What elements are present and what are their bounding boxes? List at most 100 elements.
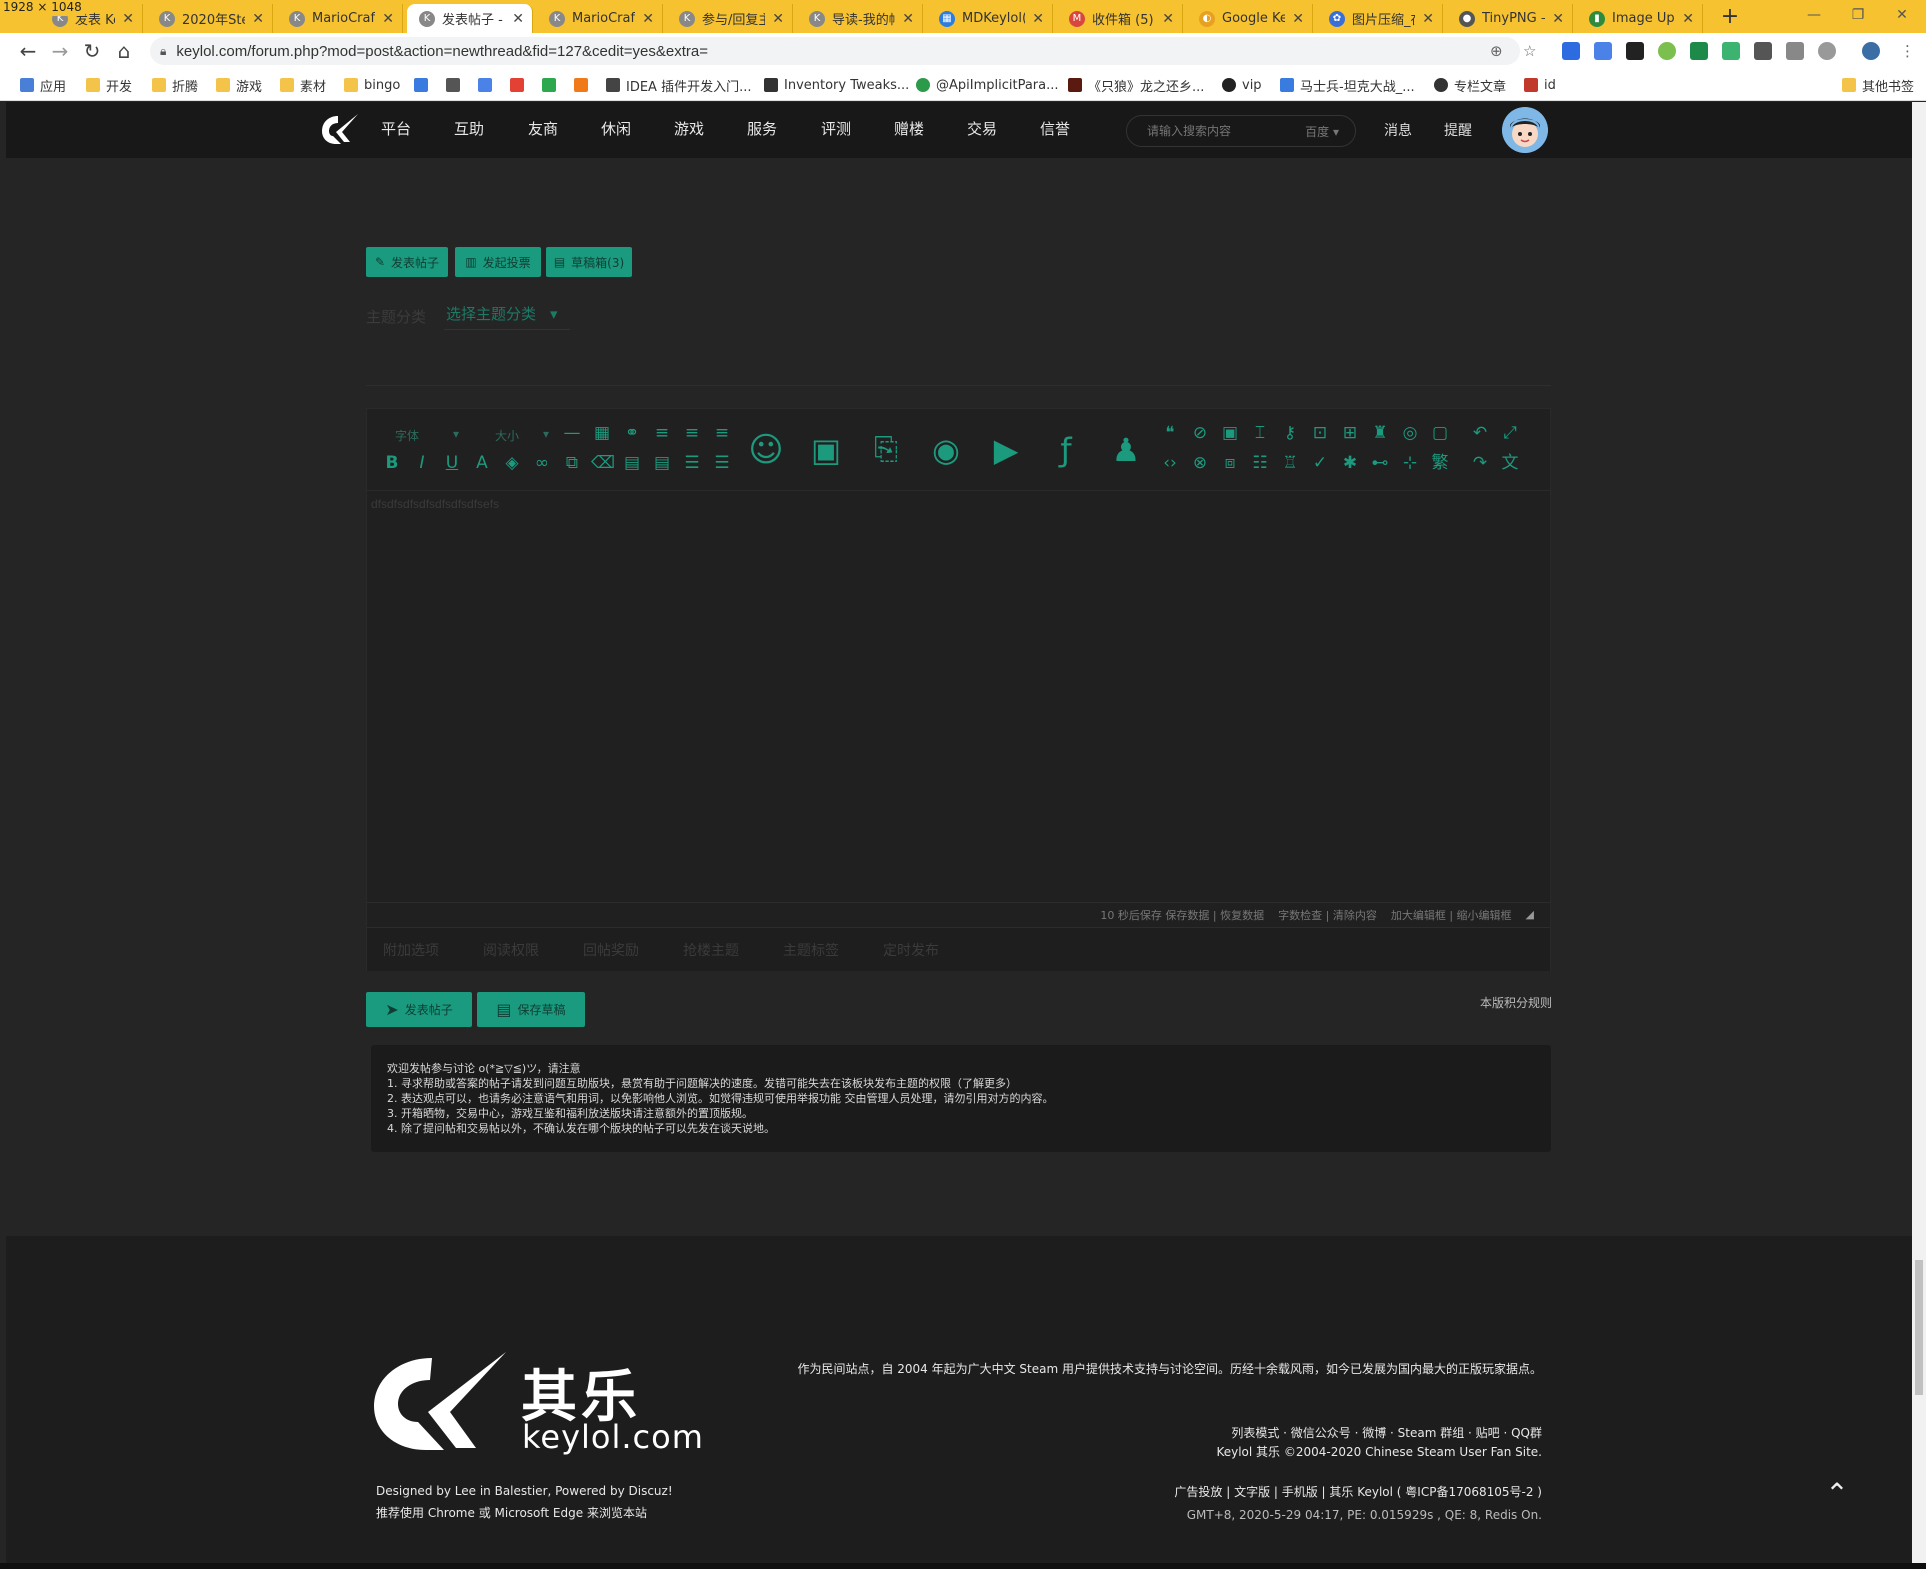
- bookmark-item[interactable]: @ApiImplicitPara...: [916, 75, 1059, 95]
- paint-roller-icon[interactable]: ♜: [1369, 423, 1391, 443]
- add-icon[interactable]: ⊕: [1490, 42, 1503, 60]
- close-window-button[interactable]: ✕: [1880, 2, 1924, 28]
- reminders-link[interactable]: 提醒: [1444, 120, 1472, 140]
- browser-tab[interactable]: K MarioCraft ✕: [537, 4, 663, 33]
- image-icon[interactable]: ▣: [805, 429, 847, 471]
- italic-icon[interactable]: I: [411, 453, 433, 473]
- hide-icon[interactable]: ⊗: [1189, 453, 1211, 473]
- close-tab-icon[interactable]: ✕: [1422, 11, 1434, 27]
- float-right-icon[interactable]: ▤: [651, 453, 673, 473]
- traditional-chinese-icon[interactable]: 繁: [1429, 453, 1451, 473]
- back-to-top-icon[interactable]: ⌃: [1822, 1480, 1852, 1508]
- browser-tab[interactable]: ● TinyPNG – ✕: [1447, 4, 1573, 33]
- bookmark-icon-only[interactable]: [478, 75, 492, 95]
- home-icon[interactable]: ⌂: [110, 37, 138, 65]
- nav-item[interactable]: 服务: [747, 118, 777, 139]
- nav-item[interactable]: 友商: [528, 118, 558, 139]
- list-icon[interactable]: ☷: [1249, 453, 1271, 473]
- user-avatar[interactable]: [1502, 107, 1548, 153]
- address-bar[interactable]: 🔒︎ keylol.com/forum.php?mod=post&action=…: [150, 37, 1520, 65]
- bookmark-item[interactable]: id: [1524, 75, 1556, 95]
- option-tab[interactable]: 附加选项: [383, 940, 439, 960]
- quote-icon[interactable]: ❝: [1159, 423, 1181, 443]
- option-tab[interactable]: 定时发布: [883, 940, 939, 960]
- bookmark-item[interactable]: vip: [1222, 75, 1262, 95]
- option-tab[interactable]: 回帖奖励: [583, 940, 639, 960]
- bookmark-item[interactable]: 折腾: [152, 75, 198, 95]
- bookmark-item[interactable]: bingo: [344, 75, 400, 95]
- close-tab-icon[interactable]: ✕: [1032, 11, 1044, 27]
- word-count-links[interactable]: 字数检查 | 清除内容: [1278, 907, 1377, 923]
- editor-resize-links[interactable]: 加大编辑框 | 缩小编辑框: [1391, 907, 1512, 923]
- close-tab-icon[interactable]: ✕: [1292, 11, 1304, 27]
- attachment-icon[interactable]: ⎘: [865, 429, 907, 471]
- compass-icon[interactable]: ⊘: [1189, 423, 1211, 443]
- search-engine-dropdown[interactable]: 百度 ▾: [1305, 123, 1339, 140]
- bookmark-item[interactable]: IDEA 插件开发入门...: [606, 75, 751, 95]
- editor-textarea[interactable]: dfsdfsdfsdfsdfsdfsdfsefs: [371, 497, 499, 511]
- browser-tab[interactable]: M 收件箱 (5) ✕: [1057, 4, 1183, 33]
- browser-tab-active[interactable]: K 发表帖子 - ✕: [407, 4, 533, 33]
- clear-format-icon[interactable]: ⊹: [1399, 453, 1421, 473]
- bookmark-star-icon[interactable]: ☆: [1523, 42, 1536, 60]
- minimize-window-button[interactable]: —: [1792, 2, 1836, 28]
- bookmark-item[interactable]: 马士兵-坦克大战_...: [1280, 75, 1415, 95]
- search-input[interactable]: [1147, 124, 1287, 138]
- browser-tab[interactable]: K 导读-我的帖 ✕: [797, 4, 923, 33]
- nav-item[interactable]: 信誉: [1040, 118, 1070, 139]
- tab-new-poll[interactable]: ▥ 发起投票: [455, 247, 541, 277]
- format-icon[interactable]: ⊷: [1369, 453, 1391, 473]
- option-tab[interactable]: 主题标签: [783, 940, 839, 960]
- bookmark-item[interactable]: 专栏文章: [1434, 75, 1506, 95]
- footer-links[interactable]: 列表模式 · 微信公众号 · 微博 · Steam 群组 · 贴吧 · QQ群: [1231, 1424, 1542, 1441]
- close-tab-icon[interactable]: ✕: [642, 11, 654, 27]
- back-arrow-icon[interactable]: ←: [14, 37, 42, 65]
- unlink-icon[interactable]: ⧉: [561, 453, 583, 473]
- scrollbar-thumb[interactable]: [1915, 1260, 1923, 1395]
- insert-link-icon[interactable]: ∞: [531, 453, 553, 473]
- download-icon[interactable]: [1786, 42, 1804, 60]
- history-icon[interactable]: [1818, 42, 1836, 60]
- close-tab-icon[interactable]: ✕: [1682, 11, 1694, 27]
- fullscreen-icon[interactable]: ⤢: [1499, 423, 1521, 443]
- steam-icon[interactable]: ◎: [1399, 423, 1421, 443]
- align-left-icon[interactable]: ≡: [651, 423, 673, 443]
- emoji-icon[interactable]: ☺: [745, 429, 787, 471]
- browser-tab[interactable]: ▮ Image Uplo ✕: [1577, 4, 1703, 33]
- browser-tab[interactable]: ✿ 图片压缩_在 ✕: [1317, 4, 1443, 33]
- tab-drafts[interactable]: ▤ 草稿箱(3): [546, 247, 632, 277]
- nav-item[interactable]: 平台: [381, 118, 411, 139]
- markdown-icon[interactable]: ⊞: [1339, 423, 1361, 443]
- menu-kebab-icon[interactable]: ⋮: [1900, 42, 1915, 60]
- bookmark-icon-only[interactable]: [510, 75, 524, 95]
- bookmark-item[interactable]: 《只狼》龙之还乡...: [1068, 75, 1204, 95]
- browser-tab[interactable]: K 2020年Stea ✕: [147, 4, 273, 33]
- paint-icon[interactable]: ♖: [1279, 453, 1301, 473]
- background-color-icon[interactable]: ◈: [501, 453, 523, 473]
- profile-avatar[interactable]: [1862, 42, 1880, 60]
- bookmark-item[interactable]: 应用: [20, 75, 66, 95]
- check-icon[interactable]: ✓: [1309, 453, 1331, 473]
- submit-post-button[interactable]: ➤ 发表帖子: [366, 992, 472, 1027]
- extension-icon[interactable]: [1658, 42, 1676, 60]
- misc-footer-links[interactable]: 广告投放 | 文字版 | 手机版 | 其乐 Keylol ( 粤ICP备1706…: [1174, 1483, 1542, 1500]
- undo-icon[interactable]: ↶: [1469, 423, 1491, 443]
- messages-link[interactable]: 消息: [1384, 120, 1412, 140]
- close-tab-icon[interactable]: ✕: [1162, 11, 1174, 27]
- tab-new-post[interactable]: ✎ 发表帖子: [366, 247, 448, 277]
- browser-tab[interactable]: K 参与/回复主 ✕: [667, 4, 793, 33]
- video-icon[interactable]: ▶: [985, 429, 1027, 471]
- new-tab-button[interactable]: +: [1716, 4, 1744, 32]
- extension-icon[interactable]: [1690, 42, 1708, 60]
- close-tab-icon[interactable]: ✕: [512, 11, 524, 27]
- extension-icon[interactable]: [1754, 42, 1772, 60]
- code-icon[interactable]: ‹›: [1159, 453, 1181, 473]
- spoiler-icon[interactable]: ✱: [1339, 453, 1361, 473]
- credit-rules-link[interactable]: 本版积分规则: [1480, 994, 1552, 1011]
- table-icon[interactable]: ▦: [591, 423, 613, 443]
- font-color-icon[interactable]: A: [471, 453, 493, 473]
- forward-arrow-icon[interactable]: →: [46, 37, 74, 65]
- close-tab-icon[interactable]: ✕: [122, 11, 134, 27]
- close-tab-icon[interactable]: ✕: [1552, 11, 1564, 27]
- key-icon[interactable]: ⚷: [1279, 423, 1301, 443]
